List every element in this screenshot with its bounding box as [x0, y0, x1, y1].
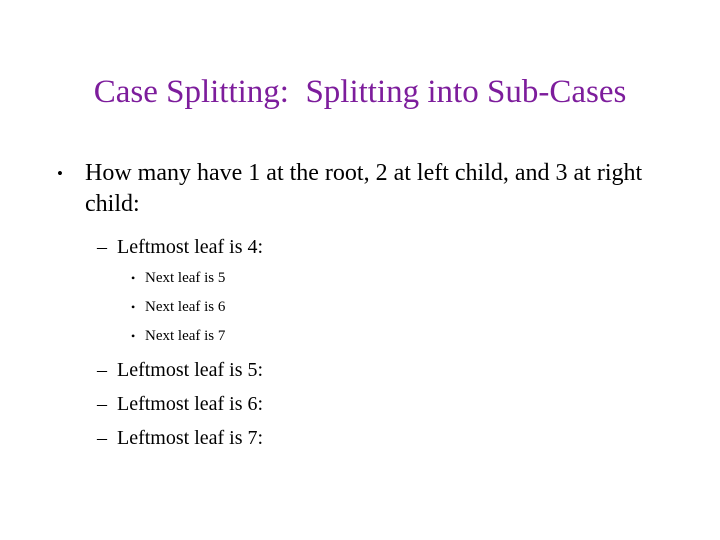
- bullet-marker-level2: –: [97, 236, 107, 258]
- bullet-group-level3: • Next leaf is 5 • Next leaf is 6 • Next…: [0, 268, 720, 346]
- bullet-text-level2: Leftmost leaf is 7:: [117, 427, 264, 449]
- bullet-level2-leaf7: – Leftmost leaf is 7:: [0, 425, 720, 451]
- bullet-level2-leaf6: – Leftmost leaf is 6:: [0, 391, 720, 417]
- slide: Case Splitting: Splitting into Sub-Cases…: [0, 0, 720, 540]
- bullet-marker-level2: –: [97, 427, 107, 449]
- bullet-level3-next5: • Next leaf is 5: [0, 268, 720, 288]
- bullet-level3-next6: • Next leaf is 6: [0, 297, 720, 317]
- bullet-text-level2: Leftmost leaf is 4:: [117, 236, 264, 258]
- bullet-text-level3: Next leaf is 7: [145, 328, 226, 344]
- bullet-level1: • How many have 1 at the root, 2 at left…: [0, 158, 720, 220]
- slide-body: • How many have 1 at the root, 2 at left…: [0, 158, 720, 459]
- bullet-text-level3: Next leaf is 6: [145, 299, 226, 315]
- bullet-marker-level3: •: [131, 300, 136, 314]
- bullet-text-level2: Leftmost leaf is 6:: [117, 393, 264, 415]
- bullet-text-level3: Next leaf is 5: [145, 270, 226, 286]
- bullet-marker-level3: •: [131, 271, 136, 285]
- bullet-marker-level2: –: [97, 393, 107, 415]
- slide-title: Case Splitting: Splitting into Sub-Cases: [93, 74, 627, 110]
- bullet-marker-level3: •: [131, 329, 136, 343]
- bullet-text-level1: How many have 1 at the root, 2 at left c…: [85, 160, 643, 217]
- bullet-level3-next7: • Next leaf is 7: [0, 326, 720, 346]
- bullet-text-level2: Leftmost leaf is 5:: [117, 359, 264, 381]
- bullet-marker-level2: –: [97, 359, 107, 381]
- bullet-level2-leaf5: – Leftmost leaf is 5:: [0, 357, 720, 383]
- bullet-marker-level1: •: [57, 164, 63, 183]
- bullet-level2-leaf4: – Leftmost leaf is 4:: [0, 234, 720, 260]
